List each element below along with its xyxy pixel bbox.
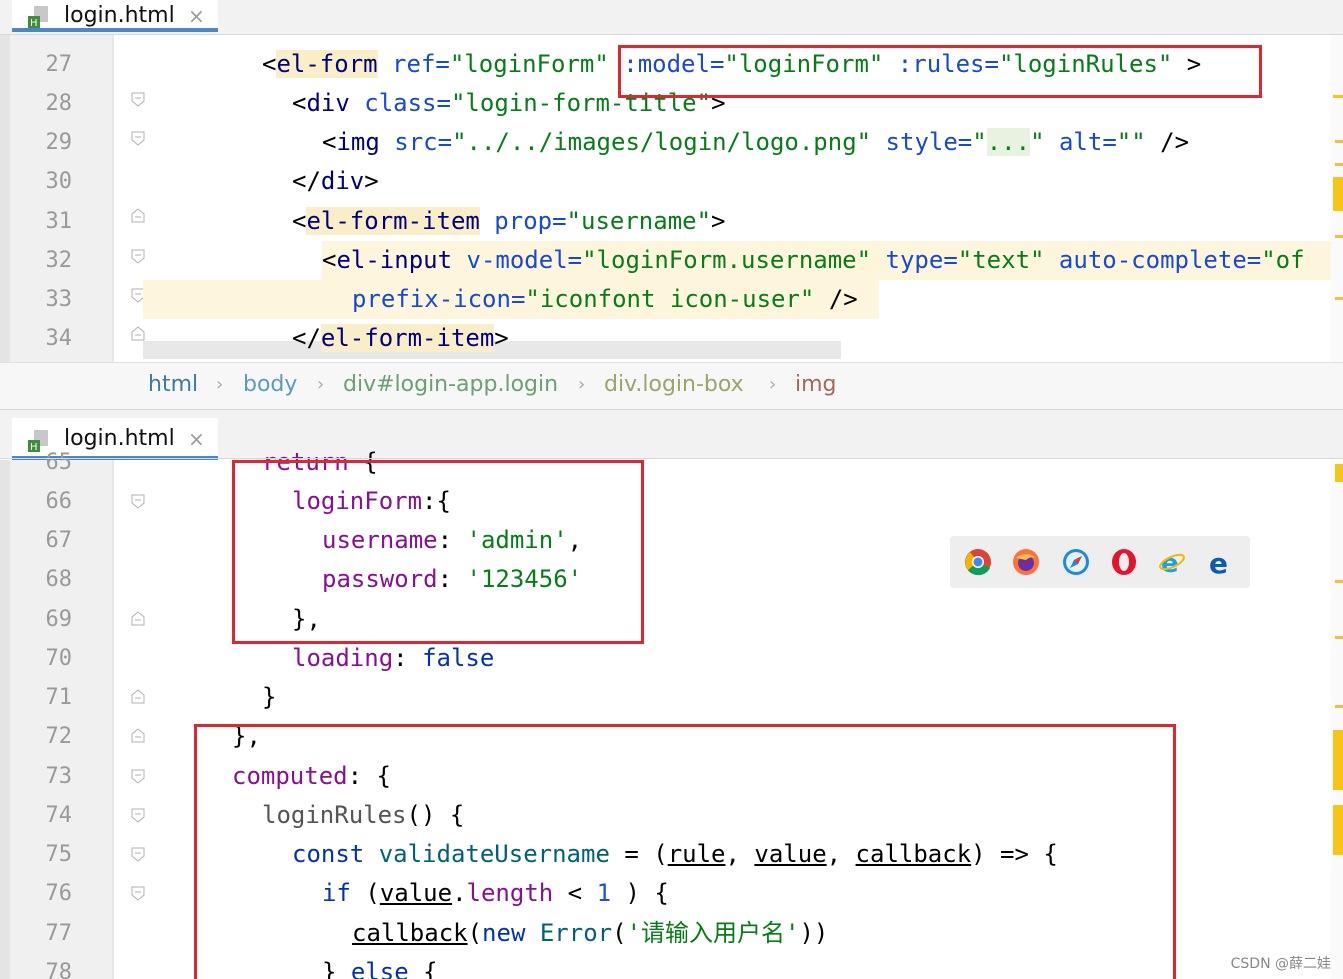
code-line-31[interactable]: <el-form-item prop="username"> (292, 202, 726, 241)
breadcrumb-separator: › (317, 374, 325, 395)
close-icon[interactable]: × (188, 1, 205, 31)
fold-end-icon[interactable] (130, 728, 146, 744)
highlight-box-login-rules (194, 724, 1176, 979)
stripe-marker[interactable] (1335, 140, 1343, 143)
breadcrumb-item-body[interactable]: body (243, 371, 297, 399)
line-number: 74 (45, 803, 73, 828)
line-number: 78 (45, 960, 73, 979)
browser-preview-toolbar: e e (950, 536, 1250, 588)
code-line-70[interactable]: loading: false (292, 639, 494, 678)
highlight-box-login-form (232, 460, 644, 644)
chrome-icon[interactable] (964, 548, 992, 576)
bottom-tab-bar: H login.html × (0, 410, 1343, 460)
highlight-box-model-rules (618, 45, 1262, 98)
line-number: 70 (45, 646, 73, 671)
line-number: 75 (45, 842, 73, 867)
code-line-30[interactable]: </div> (292, 162, 379, 201)
code-line-71[interactable]: } (262, 678, 276, 717)
line-number: 76 (45, 881, 73, 906)
line-number: 34 (45, 326, 73, 351)
tab-title: login.html (64, 426, 175, 451)
line-number-gutter: 65 66 67 68 69 70 71 72 73 74 75 76 77 7… (10, 450, 145, 979)
stripe-marker[interactable] (1333, 730, 1343, 790)
fold-marker-icon[interactable] (130, 768, 146, 784)
breadcrumb-separator: › (216, 374, 224, 395)
firefox-icon[interactable] (1012, 548, 1040, 576)
svg-text:H: H (30, 18, 38, 28)
opera-icon[interactable] (1110, 548, 1138, 576)
line-number: 69 (45, 607, 73, 632)
fold-end-icon[interactable] (130, 208, 146, 224)
line-number: 72 (45, 724, 73, 749)
stripe-marker[interactable] (1335, 235, 1343, 238)
line-number: 33 (45, 287, 73, 312)
line-number: 67 (45, 528, 73, 553)
ie-icon[interactable]: e (1158, 548, 1186, 576)
error-stripe[interactable] (1331, 35, 1343, 362)
code-line-33[interactable]: prefix-icon="iconfont icon-user" /> (352, 280, 858, 319)
html-file-icon: H (28, 6, 48, 28)
fold-marker-icon[interactable] (130, 91, 146, 107)
breadcrumb-item-login-box[interactable]: div.login-box (604, 371, 744, 399)
fold-marker-icon[interactable] (130, 493, 146, 509)
close-icon[interactable]: × (188, 424, 205, 454)
svg-text:e: e (1209, 548, 1228, 576)
line-number: 27 (45, 52, 73, 77)
code-line-34[interactable]: </el-form-item> (292, 319, 509, 358)
line-number: 31 (45, 209, 73, 234)
breadcrumb-item-img[interactable]: img (795, 371, 837, 399)
line-number: 77 (45, 921, 73, 946)
fold-marker-icon[interactable] (130, 807, 146, 823)
breadcrumb-separator: › (769, 374, 777, 395)
safari-icon[interactable] (1062, 548, 1090, 576)
breadcrumb: html › body › div#login-app.login › div.… (0, 362, 1343, 410)
tab-login-html-top[interactable]: H login.html × (12, 0, 218, 32)
breadcrumb-separator: › (578, 374, 586, 395)
breadcrumb-item-login-app[interactable]: div#login-app.login (343, 371, 558, 399)
fold-end-icon[interactable] (130, 326, 146, 342)
edge-icon[interactable]: e (1206, 548, 1234, 576)
breadcrumb-item-html[interactable]: html (148, 371, 198, 399)
line-number: 66 (45, 489, 73, 514)
code-line-29[interactable]: <img src="../../images/login/logo.png" s… (322, 123, 1189, 162)
line-number: 71 (45, 685, 73, 710)
stripe-marker[interactable] (1335, 580, 1343, 583)
line-number: 65 (45, 450, 73, 475)
stripe-marker[interactable] (1335, 636, 1343, 639)
folded-region: ... (986, 128, 1031, 156)
gutter-separator (112, 35, 114, 362)
line-number: 30 (45, 169, 73, 194)
top-editor-pane: H login.html × 27 28 29 30 31 32 33 34 <… (0, 0, 1343, 362)
fold-marker-icon[interactable] (130, 846, 146, 862)
code-line-32[interactable]: <el-input v-model="loginForm.username" t… (322, 241, 1305, 280)
line-number: 68 (45, 567, 73, 592)
error-stripe[interactable] (1331, 460, 1343, 979)
fold-end-icon[interactable] (130, 689, 146, 705)
fold-end-icon[interactable] (130, 611, 146, 627)
gutter-separator (112, 460, 114, 979)
stripe-marker[interactable] (1335, 705, 1343, 708)
left-tool-strip (0, 460, 10, 979)
line-number: 32 (45, 248, 73, 273)
line-number-gutter: 27 28 29 30 31 32 33 34 (10, 35, 145, 362)
fold-marker-icon[interactable] (130, 130, 146, 146)
fold-marker-icon[interactable] (130, 885, 146, 901)
tab-title: login.html (64, 3, 175, 28)
fold-marker-icon[interactable] (130, 248, 146, 264)
watermark: CSDN @薛二娃 (1230, 956, 1331, 972)
stripe-marker[interactable] (1335, 163, 1343, 166)
stripe-marker[interactable] (1333, 805, 1343, 855)
top-tab-bar: H login.html × (0, 0, 1343, 35)
line-number: 73 (45, 764, 73, 789)
left-tool-strip (0, 35, 10, 362)
line-number: 28 (45, 91, 73, 116)
stripe-marker[interactable] (1335, 297, 1343, 300)
stripe-marker[interactable] (1335, 464, 1343, 482)
stripe-marker[interactable] (1333, 177, 1343, 211)
bottom-editor-pane: H login.html × 65 66 67 68 69 70 71 72 7… (0, 410, 1343, 979)
line-number: 29 (45, 130, 73, 155)
stripe-marker[interactable] (1333, 95, 1343, 98)
